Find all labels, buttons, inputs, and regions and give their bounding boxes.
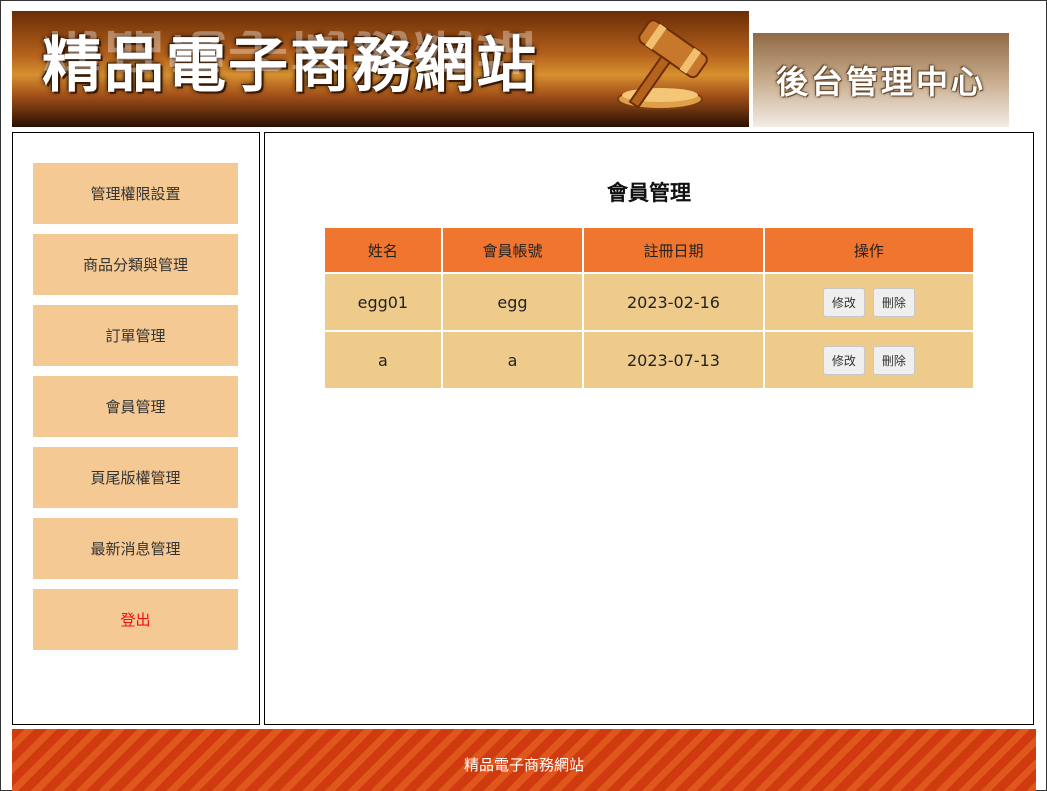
cell-date: 2023-02-16 [582,272,765,332]
table-row: a a 2023-07-13 修改 刪除 [323,330,976,390]
cell-name: egg01 [323,272,443,332]
main-content: 會員管理 姓名 會員帳號 註冊日期 操作 egg01 egg 2023-02-1… [264,132,1034,725]
edit-button[interactable]: 修改 [822,287,865,317]
cell-actions: 修改 刪除 [762,272,976,332]
delete-button[interactable]: 刪除 [872,287,915,317]
column-header-name: 姓名 [323,226,443,274]
site-title-reflection: 精品電子商務網站 [42,24,538,77]
edit-button[interactable]: 修改 [822,345,865,375]
column-header-account: 會員帳號 [440,226,585,274]
nav-order-management[interactable]: 訂單管理 [33,305,238,366]
column-header-actions: 操作 [762,226,976,274]
footer: 精品電子商務網站 [12,729,1036,791]
column-header-date: 註冊日期 [582,226,765,274]
cell-actions: 修改 刪除 [762,330,976,390]
admin-center-title: 後台管理中心 [775,63,986,101]
table-header-row: 姓名 會員帳號 註冊日期 操作 [323,226,976,274]
nav-news-management[interactable]: 最新消息管理 [33,518,238,579]
delete-button[interactable]: 刪除 [872,345,915,375]
nav-permission-settings[interactable]: 管理權限設置 [33,163,238,224]
nav-member-management[interactable]: 會員管理 [33,376,238,437]
site-banner: 精品電子商務網站 精品電子商務網站 [12,11,749,127]
admin-center-banner: 後台管理中心 [753,33,1009,127]
gavel-icon [617,19,708,110]
nav-footer-copyright[interactable]: 頁尾版權管理 [33,447,238,508]
table-row: egg01 egg 2023-02-16 修改 刪除 [323,272,976,332]
cell-account: a [440,330,585,390]
member-table: 姓名 會員帳號 註冊日期 操作 egg01 egg 2023-02-16 修改刪… [323,226,976,390]
cell-name: a [323,330,443,390]
cell-account: egg [440,272,585,332]
cell-date: 2023-07-13 [582,330,765,390]
footer-text: 精品電子商務網站 [463,755,584,774]
sidebar: 管理權限設置 商品分類與管理 訂單管理 會員管理 頁尾版權管理 最新消息管理 登… [12,132,260,725]
nav-product-management[interactable]: 商品分類與管理 [33,234,238,295]
page-title: 會員管理 [607,181,691,205]
nav-logout[interactable]: 登出 [33,589,238,650]
